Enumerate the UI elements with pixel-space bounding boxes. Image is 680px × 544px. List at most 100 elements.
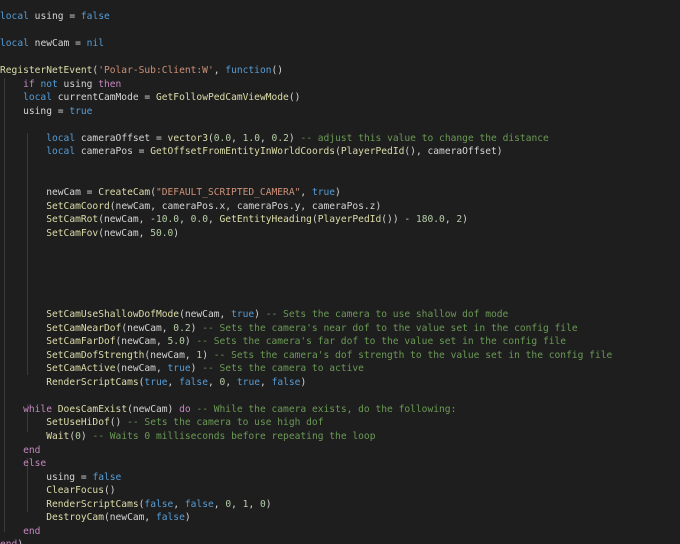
code-token: ) bbox=[190, 322, 203, 334]
code-line[interactable]: Wait(0) -- Waits 0 milliseconds before r… bbox=[0, 430, 680, 444]
code-token: cameraPos bbox=[75, 146, 139, 158]
code-token: -- While the camera exists, do the follo… bbox=[196, 403, 457, 415]
code-token: ) bbox=[80, 430, 93, 442]
code-token: 50.0 bbox=[150, 227, 174, 239]
code-line[interactable]: local newCam = nil bbox=[0, 37, 680, 51]
code-token: RegisterNetEvent bbox=[0, 65, 93, 77]
code-area[interactable]: local using = false local newCam = nil R… bbox=[0, 10, 680, 544]
code-token: else bbox=[23, 458, 47, 470]
code-token: -- Sets the camera to use high dof bbox=[127, 417, 324, 429]
code-token: Wait bbox=[46, 430, 70, 442]
code-token: = bbox=[57, 105, 70, 117]
code-token: , bbox=[173, 498, 185, 510]
code-token: (newCam, bbox=[103, 512, 156, 524]
code-line[interactable]: RenderScriptCams(true, false, 0, true, f… bbox=[0, 376, 680, 390]
code-editor[interactable]: local using = false local newCam = nil R… bbox=[0, 0, 680, 544]
code-token: true bbox=[167, 363, 191, 375]
code-token: using bbox=[0, 105, 58, 117]
code-token: -- Sets the camera's far dof to the valu… bbox=[196, 336, 567, 348]
code-token: (newCam, - bbox=[98, 214, 156, 226]
code-token: = bbox=[155, 132, 168, 144]
code-line[interactable] bbox=[0, 118, 680, 132]
code-token: ) bbox=[265, 498, 272, 510]
code-line[interactable]: while DoesCamExist(newCam) do -- While t… bbox=[0, 403, 680, 417]
code-token: DoesCamExist bbox=[57, 403, 128, 415]
code-token: local bbox=[46, 146, 76, 158]
code-line[interactable]: SetCamCoord(newCam, cameraPos.x, cameraP… bbox=[0, 200, 680, 214]
code-line[interactable]: SetUseHiDof() -- Sets the camera to use … bbox=[0, 416, 680, 430]
code-line[interactable]: SetCamNearDof(newCam, 0.2) -- Sets the c… bbox=[0, 322, 680, 336]
code-line[interactable] bbox=[0, 267, 680, 281]
code-line[interactable] bbox=[0, 240, 680, 254]
code-line[interactable]: ClearFocus() bbox=[0, 484, 680, 498]
code-line[interactable] bbox=[0, 51, 680, 65]
code-token: do bbox=[179, 403, 191, 415]
code-token: = bbox=[144, 92, 156, 104]
code-line[interactable]: if not using then bbox=[0, 78, 680, 92]
code-line[interactable] bbox=[0, 254, 680, 268]
code-line[interactable]: local cameraOffset = vector3(0.0, 1.0, 0… bbox=[0, 132, 680, 146]
code-token: function bbox=[225, 65, 272, 77]
code-token: , bbox=[231, 498, 243, 510]
code-token: using bbox=[0, 471, 81, 483]
code-token: not bbox=[34, 78, 58, 90]
code-line[interactable]: local using = false bbox=[0, 10, 680, 24]
code-token: , bbox=[167, 376, 180, 388]
code-line[interactable]: SetCamRot(newCam, -10.0, 0.0, GetEntityH… bbox=[0, 213, 680, 227]
code-line[interactable]: SetCamActive(newCam, true) -- Sets the c… bbox=[0, 362, 680, 376]
code-token: false bbox=[92, 471, 122, 483]
code-line[interactable]: using = true bbox=[0, 105, 680, 119]
code-token: end bbox=[23, 444, 41, 456]
code-line[interactable] bbox=[0, 281, 680, 295]
code-line[interactable]: else bbox=[0, 457, 680, 471]
code-line[interactable]: SetCamFov(newCam, 50.0) bbox=[0, 227, 680, 241]
code-line[interactable]: end bbox=[0, 525, 680, 539]
code-line[interactable]: local cameraPos = GetOffsetFromEntityInW… bbox=[0, 145, 680, 159]
code-token: SetCamActive bbox=[46, 363, 116, 375]
code-line[interactable]: end) bbox=[0, 538, 680, 544]
code-token: ) bbox=[17, 539, 23, 544]
code-token: 0.2 bbox=[173, 322, 191, 334]
code-line[interactable]: local currentCamMode = GetFollowPedCamVi… bbox=[0, 91, 680, 105]
code-line[interactable]: SetCamFarDof(newCam, 5.0) -- Sets the ca… bbox=[0, 335, 680, 349]
code-token: = bbox=[86, 187, 99, 199]
code-line[interactable] bbox=[0, 173, 680, 187]
code-line[interactable]: end bbox=[0, 444, 680, 458]
code-token: -- Sets the camera's near dof to the val… bbox=[202, 322, 578, 334]
code-line[interactable]: RegisterNetEvent('Polar-Sub:Client:W', f… bbox=[0, 64, 680, 78]
code-token: false bbox=[144, 498, 174, 510]
code-token: () bbox=[271, 65, 284, 77]
code-line[interactable]: RenderScriptCams(false, false, 0, 1, 0) bbox=[0, 498, 680, 512]
code-token: SetUseHiDof bbox=[46, 417, 110, 429]
code-token: (newCam, bbox=[115, 336, 168, 348]
code-line[interactable] bbox=[0, 389, 680, 403]
code-line[interactable] bbox=[0, 24, 680, 38]
code-token: (newCam, bbox=[179, 309, 232, 321]
code-token: cameraOffset bbox=[75, 132, 156, 144]
code-line[interactable]: SetCamDofStrength(newCam, 1) -- Sets the… bbox=[0, 349, 680, 363]
code-token: 'Polar-Sub:Client:W' bbox=[98, 65, 214, 77]
code-line[interactable] bbox=[0, 294, 680, 308]
code-token: , bbox=[260, 376, 272, 388]
code-line[interactable]: newCam = CreateCam("DEFAULT_SCRIPTED_CAM… bbox=[0, 186, 680, 200]
code-token: nil bbox=[86, 38, 104, 50]
code-token: then bbox=[98, 78, 122, 90]
code-line[interactable]: using = false bbox=[0, 471, 680, 485]
code-token: true bbox=[231, 309, 255, 321]
code-token: -- Waits 0 milliseconds before repeating… bbox=[92, 430, 376, 442]
code-token: ClearFocus bbox=[46, 485, 104, 497]
code-line[interactable] bbox=[0, 159, 680, 173]
code-line[interactable]: SetCamUseShallowDofMode(newCam, true) --… bbox=[0, 308, 680, 322]
code-line[interactable]: DestroyCam(newCam, false) bbox=[0, 511, 680, 525]
